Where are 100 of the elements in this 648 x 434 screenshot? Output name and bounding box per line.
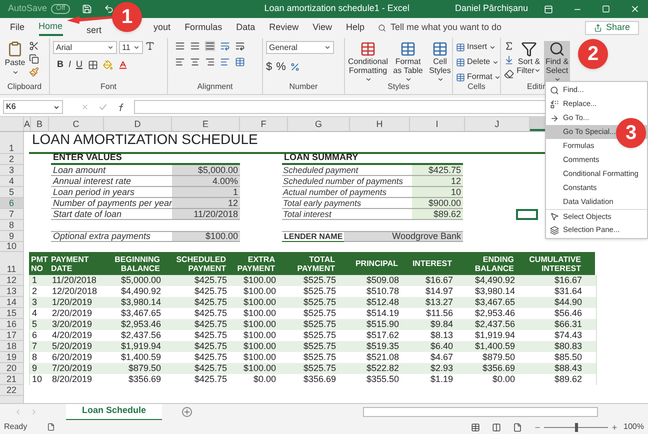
column-header[interactable]: D — [104, 117, 172, 131]
orientation-icon[interactable] — [220, 41, 230, 51]
row-header[interactable]: 4 — [0, 176, 24, 187]
align-right-icon[interactable] — [205, 57, 215, 67]
row-header[interactable]: 11 — [0, 252, 24, 275]
bold-button[interactable]: B — [57, 58, 64, 72]
fill-icon[interactable] — [504, 55, 514, 65]
row-header[interactable]: 16 — [0, 319, 24, 330]
ribbon-tab[interactable]: Review — [269, 20, 299, 36]
row-header[interactable]: 21 — [0, 374, 24, 385]
page-layout-icon[interactable] — [492, 422, 501, 432]
find-select-button[interactable]: Find & Select — [544, 41, 570, 85]
row-header[interactable]: 5 — [0, 187, 24, 198]
summary-label: Total early payments — [282, 198, 412, 209]
zoom-thumb[interactable] — [574, 422, 578, 432]
ribbon-tab[interactable]: Data — [236, 20, 256, 36]
ribbon-display-icon[interactable] — [544, 4, 553, 14]
row-header[interactable]: 8 — [0, 220, 24, 231]
styles-button[interactable]: Format as Table — [391, 41, 425, 84]
align-center-icon[interactable] — [190, 57, 200, 67]
column-header[interactable]: G — [288, 117, 350, 131]
normal-view-icon[interactable] — [470, 422, 480, 432]
column-header[interactable]: A — [24, 117, 31, 131]
borders-icon[interactable] — [88, 60, 98, 70]
indent-icon[interactable] — [220, 57, 230, 67]
sheet-tab[interactable]: Loan Schedule — [66, 404, 162, 420]
fill-color-icon[interactable] — [102, 60, 113, 70]
name-box[interactable]: K6 — [3, 100, 63, 114]
row-header[interactable]: 17 — [0, 330, 24, 341]
row-header[interactable]: 20 — [0, 363, 24, 374]
zoom-in-icon[interactable] — [610, 424, 618, 430]
top-align-icon[interactable] — [175, 41, 185, 51]
row-header[interactable]: 9 — [0, 231, 24, 242]
undo-icon[interactable] — [104, 4, 114, 14]
row-header[interactable]: 1 — [0, 132, 24, 154]
row-header[interactable]: 15 — [0, 308, 24, 319]
row-header[interactable]: 14 — [0, 297, 24, 308]
font-color-icon[interactable] — [118, 60, 128, 70]
function-icon[interactable] — [117, 102, 126, 112]
horizontal-scrollbar[interactable] — [363, 407, 598, 417]
middle-align-icon[interactable] — [190, 41, 200, 51]
cells-button[interactable]: Format — [456, 71, 502, 83]
font-size-field[interactable]: 11 — [119, 41, 143, 54]
add-sheet-icon[interactable] — [182, 407, 192, 417]
autosum-icon[interactable] — [504, 41, 514, 51]
ribbon-tab[interactable]: Home — [38, 20, 63, 36]
column-header[interactable]: I — [410, 117, 465, 131]
clear-icon[interactable] — [504, 69, 514, 79]
ribbon-tab[interactable]: sert — [86, 25, 102, 35]
cells-button[interactable]: Delete — [456, 56, 502, 68]
row-header[interactable]: 10 — [0, 242, 24, 252]
share-button[interactable]: Share — [584, 21, 639, 35]
row-header[interactable]: 3 — [0, 165, 24, 176]
section-heading: ENTER VALUES — [53, 152, 122, 162]
row-header[interactable]: 22 — [0, 385, 24, 396]
row-header[interactable]: 2 — [0, 154, 24, 165]
italic-button[interactable]: I — [68, 58, 72, 72]
save-icon[interactable] — [82, 4, 92, 14]
macro-icon — [47, 423, 56, 431]
close-icon[interactable] — [630, 4, 640, 14]
page-break-icon[interactable] — [512, 422, 522, 432]
wrap-text-icon[interactable] — [235, 41, 245, 51]
cells-button[interactable]: Insert — [456, 41, 502, 53]
merge-icon[interactable] — [235, 57, 245, 67]
row-header[interactable]: 6 — [0, 198, 24, 209]
row-header[interactable]: 19 — [0, 352, 24, 363]
currency-button[interactable]: $ — [266, 59, 272, 76]
ribbon-tab[interactable]: File — [10, 20, 25, 36]
column-header[interactable]: C — [49, 117, 104, 131]
percent-button[interactable]: % — [276, 59, 286, 76]
ribbon-tab[interactable]: View — [312, 20, 332, 36]
table-cell-text: $510.78 — [365, 286, 400, 297]
column-header[interactable]: H — [350, 117, 410, 131]
table-icon — [400, 41, 416, 57]
paste-button[interactable]: Paste — [3, 41, 27, 76]
align-left-icon[interactable] — [175, 57, 185, 67]
row-header[interactable]: 12 — [0, 275, 24, 286]
column-header[interactable]: B — [31, 117, 49, 131]
ribbon-tab[interactable]: Formulas — [184, 20, 222, 36]
font-name-field[interactable]: Arial — [53, 41, 117, 54]
tell-me-field[interactable]: Tell me what you want to do — [390, 21, 550, 35]
maximize-icon[interactable] — [602, 5, 610, 13]
number-format-field[interactable]: General — [266, 41, 334, 54]
input-label: Start date of loan — [51, 209, 172, 220]
column-header[interactable]: F — [240, 117, 288, 131]
styles-button[interactable]: Conditional Formatting — [348, 41, 388, 84]
copy-icon[interactable] — [29, 54, 39, 64]
underline-button[interactable]: U — [76, 58, 83, 72]
grow-font-icon[interactable] — [145, 41, 155, 51]
ribbon-tab[interactable]: Help — [346, 20, 364, 36]
row-header[interactable]: 7 — [0, 209, 24, 220]
row-header[interactable]: 18 — [0, 341, 24, 352]
table-cell-text: $2,953.46 — [474, 308, 516, 319]
row-header[interactable]: 13 — [0, 286, 24, 297]
cut-icon[interactable] — [29, 41, 39, 51]
ribbon-tab[interactable]: yout — [154, 20, 171, 36]
table-cell-text: $100.00 — [242, 275, 277, 286]
styles-button[interactable]: Cell Styles — [428, 41, 452, 84]
column-header[interactable]: E — [172, 117, 240, 131]
bottom-align-icon[interactable] — [205, 41, 215, 51]
